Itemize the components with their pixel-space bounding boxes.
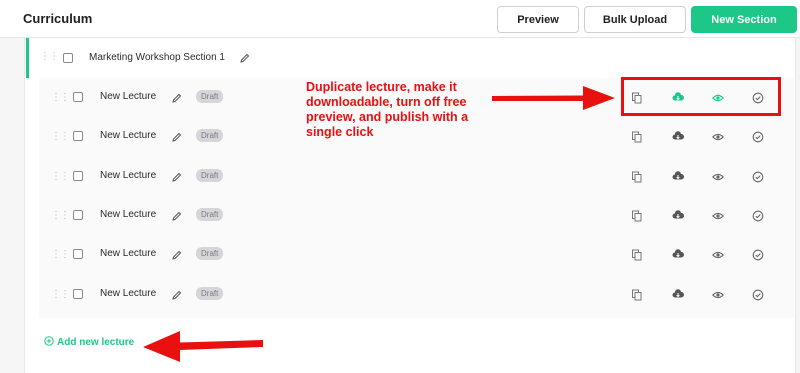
drag-handle-icon[interactable]: ⋮⋮ [51, 250, 70, 260]
left-panel-edge [0, 38, 25, 373]
lecture-title[interactable]: New Lecture [100, 170, 156, 181]
new-section-button[interactable]: New Section [691, 6, 797, 33]
plus-circle-icon [44, 336, 54, 346]
annotation-arrow-right-icon [492, 86, 615, 110]
lecture-title[interactable]: New Lecture [100, 130, 156, 141]
drag-handle-icon[interactable]: ⋮⋮ [51, 93, 70, 103]
check-circle-icon[interactable] [752, 210, 764, 222]
lecture-checkbox[interactable] [73, 131, 83, 141]
cloud-download-icon[interactable] [672, 248, 684, 260]
lecture-row: ⋮⋮ New Lecture Draft [39, 275, 794, 314]
lecture-checkbox[interactable] [73, 289, 83, 299]
cloud-download-icon[interactable] [672, 170, 684, 182]
edit-pencil-icon[interactable] [172, 172, 182, 182]
check-circle-icon[interactable] [752, 171, 764, 183]
status-badge: Draft [196, 90, 224, 103]
drag-handle-icon[interactable]: ⋮⋮ [51, 172, 70, 182]
drag-handle-icon[interactable]: ⋮⋮ [51, 132, 70, 142]
check-circle-icon[interactable] [752, 249, 764, 261]
copy-icon[interactable] [631, 131, 643, 143]
edit-pencil-icon[interactable] [172, 211, 182, 221]
lecture-checkbox[interactable] [73, 92, 83, 102]
drag-handle-icon[interactable]: ⋮⋮ [51, 290, 70, 300]
drag-handle-icon[interactable]: ⋮⋮ [40, 52, 59, 62]
section-checkbox[interactable] [63, 53, 73, 63]
status-badge: Draft [196, 208, 224, 221]
copy-icon[interactable] [631, 171, 643, 183]
lecture-title[interactable]: New Lecture [100, 248, 156, 259]
copy-icon[interactable] [631, 210, 643, 222]
add-new-lecture-link[interactable]: Add new lecture [44, 336, 134, 348]
drag-handle-icon[interactable]: ⋮⋮ [51, 211, 70, 221]
lecture-title[interactable]: New Lecture [100, 288, 156, 299]
check-circle-icon[interactable] [752, 131, 764, 143]
lecture-row: ⋮⋮ New Lecture Draft [39, 196, 794, 235]
lecture-title[interactable]: New Lecture [100, 91, 156, 102]
copy-icon[interactable] [631, 289, 643, 301]
eye-icon[interactable] [712, 289, 724, 301]
lecture-title[interactable]: New Lecture [100, 209, 156, 220]
section-row: ⋮⋮ Marketing Workshop Section 1 [26, 38, 794, 78]
eye-icon[interactable] [712, 210, 724, 222]
preview-button[interactable]: Preview [497, 6, 579, 33]
bulk-upload-button[interactable]: Bulk Upload [584, 6, 686, 33]
lecture-checkbox[interactable] [73, 210, 83, 220]
add-new-lecture-label: Add new lecture [57, 337, 135, 348]
edit-pencil-icon[interactable] [240, 53, 250, 63]
cloud-download-icon[interactable] [672, 130, 684, 142]
lecture-checkbox[interactable] [73, 171, 83, 181]
lecture-checkbox[interactable] [73, 249, 83, 259]
eye-icon[interactable] [712, 131, 724, 143]
eye-icon[interactable] [712, 171, 724, 183]
lecture-row: ⋮⋮ New Lecture Draft [39, 157, 794, 196]
page-title: Curriculum [23, 11, 93, 26]
eye-icon[interactable] [712, 249, 724, 261]
annotation-highlight-box [621, 77, 781, 116]
cloud-download-icon[interactable] [672, 288, 684, 300]
lecture-row: ⋮⋮ New Lecture Draft [39, 235, 794, 274]
annotation-text: Duplicate lecture, make it downloadable,… [306, 80, 469, 139]
status-badge: Draft [196, 287, 224, 300]
status-badge: Draft [196, 129, 224, 142]
annotation-arrow-left-icon [143, 331, 263, 362]
check-circle-icon[interactable] [752, 289, 764, 301]
edit-pencil-icon[interactable] [172, 250, 182, 260]
section-title: Marketing Workshop Section 1 [89, 52, 225, 63]
copy-icon[interactable] [631, 249, 643, 261]
edit-pencil-icon[interactable] [172, 132, 182, 142]
scrollbar[interactable] [795, 38, 800, 373]
header-bar: Curriculum Preview Bulk Upload New Secti… [0, 0, 800, 38]
status-badge: Draft [196, 247, 224, 260]
edit-pencil-icon[interactable] [172, 290, 182, 300]
edit-pencil-icon[interactable] [172, 93, 182, 103]
cloud-download-icon[interactable] [672, 209, 684, 221]
status-badge: Draft [196, 169, 224, 182]
